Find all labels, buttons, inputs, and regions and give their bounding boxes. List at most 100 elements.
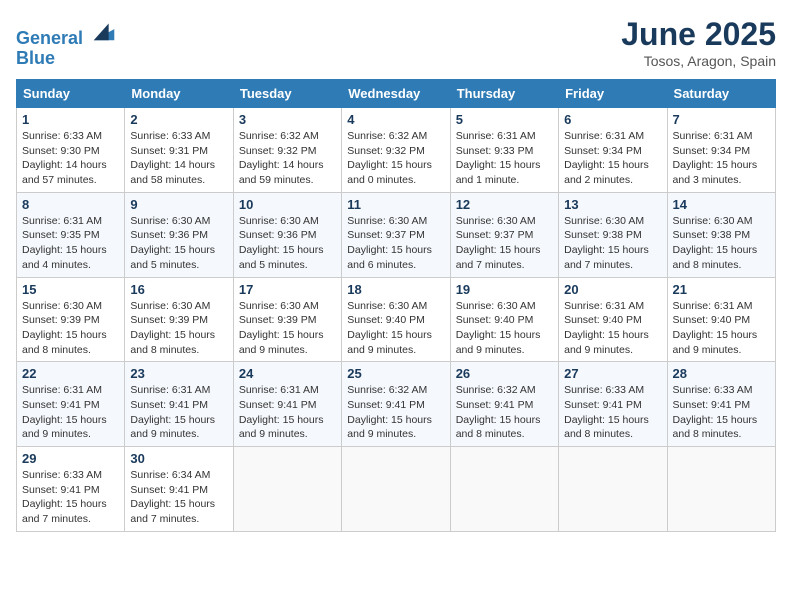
day-number: 20 (564, 282, 661, 297)
day-info: Sunrise: 6:33 AM Sunset: 9:30 PM Dayligh… (22, 129, 119, 188)
table-row: 5 Sunrise: 6:31 AM Sunset: 9:33 PM Daylig… (450, 108, 558, 193)
calendar-week-row: 29Sunrise: 6:33 AM Sunset: 9:41 PM Dayli… (17, 447, 776, 532)
day-info: Sunrise: 6:30 AM Sunset: 9:39 PM Dayligh… (239, 299, 336, 358)
day-number: 3 (239, 112, 336, 127)
day-number: 25 (347, 366, 444, 381)
table-row: 16 Sunrise: 6:30 AM Sunset: 9:39 PM Dayli… (125, 277, 233, 362)
day-info: Sunrise: 6:31 AM Sunset: 9:34 PM Dayligh… (564, 129, 661, 188)
day-info: Sunrise: 6:31 AM Sunset: 9:33 PM Dayligh… (456, 129, 553, 188)
table-row (450, 447, 558, 532)
day-info: Sunrise: 6:30 AM Sunset: 9:39 PM Dayligh… (22, 299, 119, 358)
weekday-header-row: Sunday Monday Tuesday Wednesday Thursday… (17, 80, 776, 108)
day-info: Sunrise: 6:32 AM Sunset: 9:41 PM Dayligh… (456, 383, 553, 442)
table-row (342, 447, 450, 532)
table-row: 19Sunrise: 6:30 AM Sunset: 9:40 PM Dayli… (450, 277, 558, 362)
day-number: 11 (347, 197, 444, 212)
day-number: 1 (22, 112, 119, 127)
logo-icon (90, 16, 118, 44)
table-row: 7Sunrise: 6:31 AM Sunset: 9:34 PM Daylig… (667, 108, 775, 193)
day-info: Sunrise: 6:31 AM Sunset: 9:41 PM Dayligh… (130, 383, 227, 442)
day-number: 19 (456, 282, 553, 297)
table-row: 13 Sunrise: 6:30 AM Sunset: 9:38 PM Dayli… (559, 192, 667, 277)
day-info: Sunrise: 6:33 AM Sunset: 9:31 PM Dayligh… (130, 129, 227, 188)
table-row: 18 Sunrise: 6:30 AM Sunset: 9:40 PM Dayli… (342, 277, 450, 362)
table-row: 15Sunrise: 6:30 AM Sunset: 9:39 PM Dayli… (17, 277, 125, 362)
calendar-week-row: 1 Sunrise: 6:33 AM Sunset: 9:30 PM Daylig… (17, 108, 776, 193)
table-row: 24 Sunrise: 6:31 AM Sunset: 9:41 PM Dayli… (233, 362, 341, 447)
table-row: 9Sunrise: 6:30 AM Sunset: 9:36 PM Daylig… (125, 192, 233, 277)
calendar-body: 1 Sunrise: 6:33 AM Sunset: 9:30 PM Daylig… (17, 108, 776, 532)
table-row: 10Sunrise: 6:30 AM Sunset: 9:36 PM Dayli… (233, 192, 341, 277)
day-number: 21 (673, 282, 770, 297)
day-number: 14 (673, 197, 770, 212)
table-row: 2 Sunrise: 6:33 AM Sunset: 9:31 PM Daylig… (125, 108, 233, 193)
table-row (559, 447, 667, 532)
day-number: 10 (239, 197, 336, 212)
day-number: 8 (22, 197, 119, 212)
table-row: 11Sunrise: 6:30 AM Sunset: 9:37 PM Dayli… (342, 192, 450, 277)
day-number: 26 (456, 366, 553, 381)
day-number: 28 (673, 366, 770, 381)
header-tuesday: Tuesday (233, 80, 341, 108)
day-info: Sunrise: 6:31 AM Sunset: 9:41 PM Dayligh… (22, 383, 119, 442)
day-info: Sunrise: 6:32 AM Sunset: 9:41 PM Dayligh… (347, 383, 444, 442)
table-row: 17 Sunrise: 6:30 AM Sunset: 9:39 PM Dayli… (233, 277, 341, 362)
table-row: 20 Sunrise: 6:31 AM Sunset: 9:40 PM Dayli… (559, 277, 667, 362)
table-row: 1 Sunrise: 6:33 AM Sunset: 9:30 PM Daylig… (17, 108, 125, 193)
day-number: 2 (130, 112, 227, 127)
day-info: Sunrise: 6:31 AM Sunset: 9:40 PM Dayligh… (564, 299, 661, 358)
calendar-table: Sunday Monday Tuesday Wednesday Thursday… (16, 79, 776, 532)
day-number: 7 (673, 112, 770, 127)
day-info: Sunrise: 6:31 AM Sunset: 9:40 PM Dayligh… (673, 299, 770, 358)
logo-line1: General (16, 28, 83, 48)
day-info: Sunrise: 6:31 AM Sunset: 9:41 PM Dayligh… (239, 383, 336, 442)
day-info: Sunrise: 6:30 AM Sunset: 9:40 PM Dayligh… (347, 299, 444, 358)
day-number: 22 (22, 366, 119, 381)
table-row: 29Sunrise: 6:33 AM Sunset: 9:41 PM Dayli… (17, 447, 125, 532)
table-row: 22 Sunrise: 6:31 AM Sunset: 9:41 PM Dayli… (17, 362, 125, 447)
day-info: Sunrise: 6:30 AM Sunset: 9:37 PM Dayligh… (456, 214, 553, 273)
table-row: 4Sunrise: 6:32 AM Sunset: 9:32 PM Daylig… (342, 108, 450, 193)
header-friday: Friday (559, 80, 667, 108)
header-monday: Monday (125, 80, 233, 108)
day-number: 13 (564, 197, 661, 212)
table-row: 28 Sunrise: 6:33 AM Sunset: 9:41 PM Dayli… (667, 362, 775, 447)
calendar-week-row: 22 Sunrise: 6:31 AM Sunset: 9:41 PM Dayli… (17, 362, 776, 447)
header-saturday: Saturday (667, 80, 775, 108)
day-number: 17 (239, 282, 336, 297)
day-number: 23 (130, 366, 227, 381)
header-wednesday: Wednesday (342, 80, 450, 108)
day-number: 30 (130, 451, 227, 466)
table-row: 3 Sunrise: 6:32 AM Sunset: 9:32 PM Daylig… (233, 108, 341, 193)
calendar-week-row: 15Sunrise: 6:30 AM Sunset: 9:39 PM Dayli… (17, 277, 776, 362)
day-info: Sunrise: 6:30 AM Sunset: 9:38 PM Dayligh… (564, 214, 661, 273)
day-info: Sunrise: 6:33 AM Sunset: 9:41 PM Dayligh… (673, 383, 770, 442)
month-title: June 2025 (621, 16, 776, 53)
table-row (233, 447, 341, 532)
table-row: 6Sunrise: 6:31 AM Sunset: 9:34 PM Daylig… (559, 108, 667, 193)
calendar-week-row: 8 Sunrise: 6:31 AM Sunset: 9:35 PM Daylig… (17, 192, 776, 277)
day-number: 16 (130, 282, 227, 297)
table-row: 25 Sunrise: 6:32 AM Sunset: 9:41 PM Dayli… (342, 362, 450, 447)
header-sunday: Sunday (17, 80, 125, 108)
table-row: 21 Sunrise: 6:31 AM Sunset: 9:40 PM Dayli… (667, 277, 775, 362)
day-info: Sunrise: 6:30 AM Sunset: 9:38 PM Dayligh… (673, 214, 770, 273)
table-row: 12Sunrise: 6:30 AM Sunset: 9:37 PM Dayli… (450, 192, 558, 277)
day-info: Sunrise: 6:31 AM Sunset: 9:35 PM Dayligh… (22, 214, 119, 273)
table-row: 27Sunrise: 6:33 AM Sunset: 9:41 PM Dayli… (559, 362, 667, 447)
day-number: 18 (347, 282, 444, 297)
page-header: General Blue June 2025 Tosos, Aragon, Sp… (16, 16, 776, 69)
day-number: 24 (239, 366, 336, 381)
day-info: Sunrise: 6:30 AM Sunset: 9:36 PM Dayligh… (130, 214, 227, 273)
day-number: 27 (564, 366, 661, 381)
table-row: 30Sunrise: 6:34 AM Sunset: 9:41 PM Dayli… (125, 447, 233, 532)
table-row: 8 Sunrise: 6:31 AM Sunset: 9:35 PM Daylig… (17, 192, 125, 277)
logo-text: General (16, 16, 118, 49)
table-row: 23 Sunrise: 6:31 AM Sunset: 9:41 PM Dayli… (125, 362, 233, 447)
day-info: Sunrise: 6:30 AM Sunset: 9:39 PM Dayligh… (130, 299, 227, 358)
day-number: 29 (22, 451, 119, 466)
header-thursday: Thursday (450, 80, 558, 108)
day-info: Sunrise: 6:32 AM Sunset: 9:32 PM Dayligh… (239, 129, 336, 188)
day-number: 5 (456, 112, 553, 127)
table-row: 26 Sunrise: 6:32 AM Sunset: 9:41 PM Dayli… (450, 362, 558, 447)
